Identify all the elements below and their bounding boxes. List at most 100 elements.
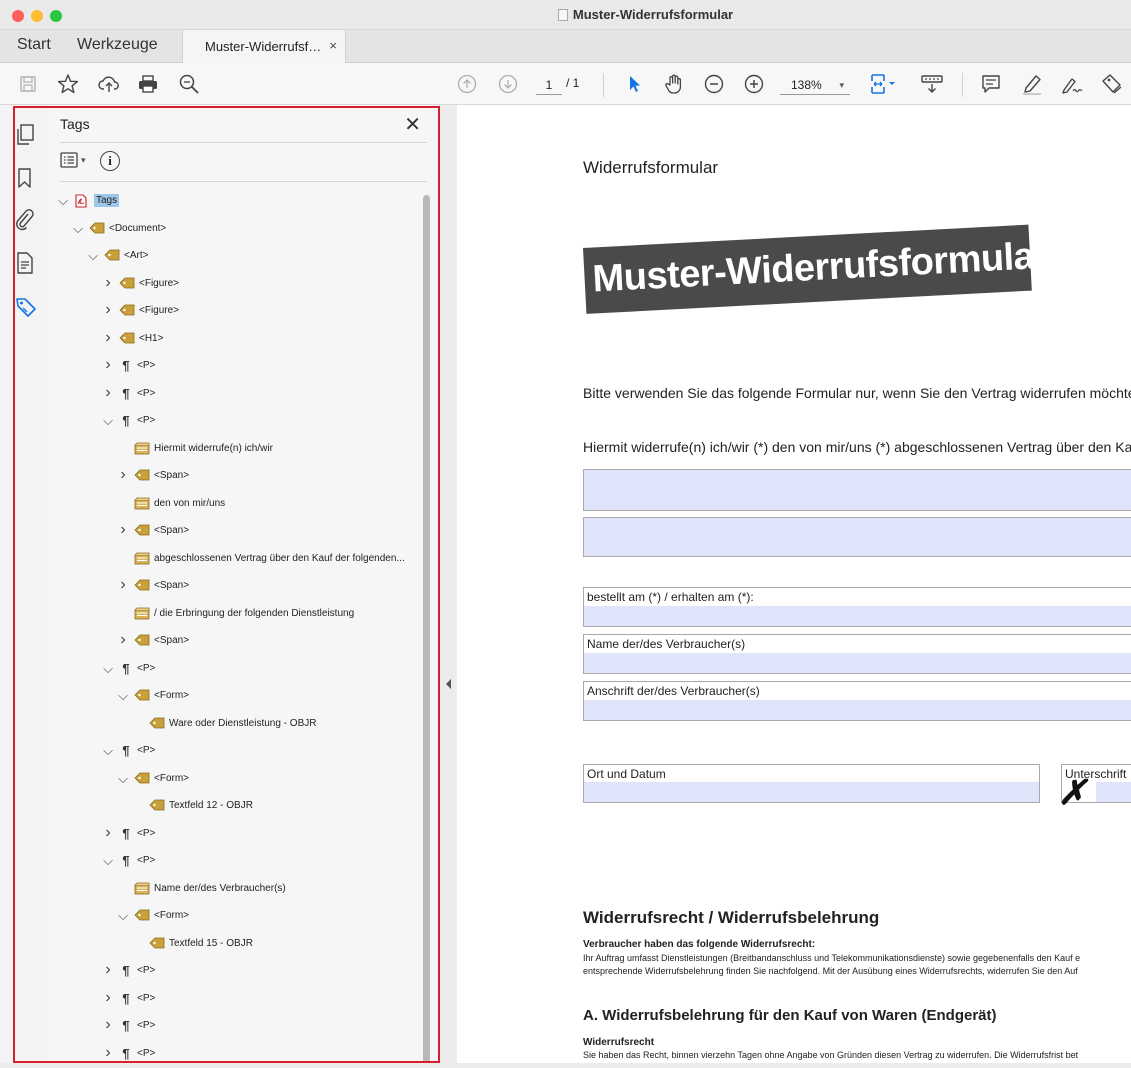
tag-tree-row[interactable]: › <Span> bbox=[116, 464, 189, 486]
tag-tree-row[interactable]: › <Figure> bbox=[101, 272, 179, 294]
form-field-ordered[interactable]: bestellt am (*) / erhalten am (*): bbox=[583, 587, 1131, 627]
tag-tree-row[interactable]: › <Figure> bbox=[101, 299, 179, 321]
chevron-down-icon[interactable]: ⌵ bbox=[101, 854, 115, 867]
close-icon[interactable]: ✕ bbox=[404, 112, 421, 137]
chevron-right-icon[interactable]: › bbox=[101, 302, 115, 318]
chevron-down-icon[interactable]: ⌵ bbox=[101, 662, 115, 675]
chevron-right-icon[interactable]: › bbox=[116, 522, 130, 538]
print-icon[interactable] bbox=[135, 71, 161, 97]
tab-tools[interactable]: Werkzeuge bbox=[77, 36, 158, 54]
tag-tree-row[interactable]: › <Span> bbox=[116, 574, 189, 596]
tag-tree-row[interactable]: ⌵ ¶ <P> bbox=[101, 409, 155, 431]
tag-tree-row[interactable]: › <Span> bbox=[116, 519, 189, 541]
tab-close-icon[interactable]: × bbox=[329, 38, 337, 53]
chevron-right-icon[interactable]: › bbox=[101, 1017, 115, 1033]
tag-tree-row[interactable]: / die Erbringung der folgenden Dienstlei… bbox=[116, 602, 354, 624]
chevron-down-icon[interactable]: ⌵ bbox=[116, 772, 130, 785]
tag-tree-row[interactable]: ⌵ <Form> bbox=[116, 767, 189, 789]
form-field-name[interactable]: Name der/des Verbraucher(s) bbox=[583, 634, 1131, 674]
form-field-place-date[interactable]: Ort und Datum bbox=[583, 764, 1040, 803]
tag-tree-row[interactable]: › ¶ <P> bbox=[101, 1042, 155, 1063]
chevron-right-icon[interactable]: › bbox=[101, 357, 115, 373]
chevron-right-icon[interactable]: › bbox=[101, 962, 115, 978]
chevron-right-icon[interactable]: › bbox=[101, 330, 115, 346]
tag-tree-row[interactable]: Textfeld 12 - OBJR bbox=[131, 794, 253, 816]
chevron-right-icon[interactable]: › bbox=[116, 577, 130, 593]
stamp-icon[interactable] bbox=[1099, 71, 1125, 97]
tag-tree-row[interactable]: abgeschlossenen Vertrag über den Kauf de… bbox=[116, 547, 405, 569]
cloud-upload-icon[interactable] bbox=[96, 71, 122, 97]
star-icon[interactable] bbox=[55, 71, 81, 97]
chevron-down-icon[interactable]: ⌵ bbox=[101, 414, 115, 427]
tag-tree-label: <Figure> bbox=[139, 304, 180, 316]
document-viewer[interactable]: Widerrufsformular Muster-Widerrufsformul… bbox=[457, 105, 1131, 1063]
hand-icon[interactable] bbox=[661, 71, 687, 97]
tags-icon[interactable] bbox=[14, 295, 36, 319]
zoom-in-icon[interactable] bbox=[742, 71, 766, 97]
tag-tree-row[interactable]: › ¶ <P> bbox=[101, 959, 155, 981]
tag-tree-row[interactable]: › <H1> bbox=[101, 327, 163, 349]
chevron-right-icon[interactable]: › bbox=[101, 990, 115, 1006]
page-up-icon[interactable] bbox=[455, 71, 479, 97]
tag-tree-label: <P> bbox=[137, 1019, 156, 1031]
attachments-icon[interactable] bbox=[14, 208, 36, 232]
form-field-goods-2[interactable] bbox=[583, 517, 1131, 557]
tag-tree-row[interactable]: › <Span> bbox=[116, 629, 189, 651]
page-down-icon[interactable] bbox=[496, 71, 520, 97]
sign-icon[interactable] bbox=[1059, 71, 1085, 97]
form-field-address[interactable]: Anschrift der/des Verbraucher(s) bbox=[583, 681, 1131, 721]
highlight-pen-icon[interactable] bbox=[1019, 71, 1045, 97]
tag-tree-row[interactable]: › ¶ <P> bbox=[101, 382, 155, 404]
panel-splitter[interactable] bbox=[440, 105, 457, 1063]
tag-tree-row[interactable]: Hiermit widerrufe(n) ich/wir bbox=[116, 437, 273, 459]
save-icon[interactable] bbox=[16, 71, 40, 97]
info-icon[interactable]: i bbox=[100, 151, 120, 171]
tag-tree-row[interactable]: › ¶ <P> bbox=[101, 987, 155, 1009]
tree-scrollbar[interactable] bbox=[423, 195, 430, 1063]
chevron-down-icon[interactable]: ⌵ bbox=[101, 744, 115, 757]
tag-tree-row[interactable]: ⌵ ¶ <P> bbox=[101, 849, 155, 871]
tag-tree-row[interactable]: ⌵ <Form> bbox=[116, 904, 189, 926]
tag-tree-row[interactable]: ⌵ <Document> bbox=[71, 217, 166, 239]
tag-tree-row[interactable]: ⌵ Tags bbox=[56, 189, 120, 211]
chevron-right-icon[interactable]: › bbox=[101, 1045, 115, 1061]
fit-page-icon[interactable] bbox=[866, 71, 900, 97]
zoom-level-select[interactable]: 138% ▾ bbox=[780, 75, 850, 95]
zoom-out-icon[interactable] bbox=[702, 71, 726, 97]
tag-tree-row[interactable]: › ¶ <P> bbox=[101, 1014, 155, 1036]
chevron-right-icon[interactable]: › bbox=[116, 467, 130, 483]
form-field-goods[interactable] bbox=[583, 469, 1131, 511]
search-zoom-icon[interactable] bbox=[176, 71, 202, 97]
chevron-down-icon[interactable]: ⌵ bbox=[116, 689, 130, 702]
tab-start[interactable]: Start bbox=[17, 36, 51, 54]
bookmarks-icon[interactable] bbox=[14, 166, 36, 190]
tag-tree-row[interactable]: ⌵ <Art> bbox=[86, 244, 148, 266]
content-icon[interactable] bbox=[14, 251, 36, 275]
tag-tree-row[interactable]: Textfeld 15 - OBJR bbox=[131, 932, 253, 954]
comment-icon[interactable] bbox=[978, 71, 1004, 97]
tag-tree-row[interactable]: › ¶ <P> bbox=[101, 822, 155, 844]
chevron-down-icon[interactable]: ⌵ bbox=[56, 194, 70, 207]
chevron-down-icon[interactable]: ⌵ bbox=[116, 909, 130, 922]
chevron-right-icon[interactable]: › bbox=[101, 385, 115, 401]
tag-tree-row[interactable]: Ware oder Dienstleistung - OBJR bbox=[131, 712, 316, 734]
pages-icon[interactable] bbox=[14, 123, 36, 147]
chevron-right-icon[interactable]: › bbox=[101, 275, 115, 291]
tag-tree-row[interactable]: › ¶ <P> bbox=[101, 354, 155, 376]
tag-tree-row[interactable]: ⌵ <Form> bbox=[116, 684, 189, 706]
collapse-panel-icon[interactable] bbox=[440, 105, 457, 1063]
tag-tree-row[interactable]: den von mir/uns bbox=[116, 492, 225, 514]
chevron-right-icon[interactable]: › bbox=[116, 632, 130, 648]
chevron-down-icon[interactable]: ⌵ bbox=[71, 222, 85, 235]
chevron-right-icon[interactable]: › bbox=[101, 825, 115, 841]
options-menu-button[interactable]: ▾ bbox=[60, 152, 86, 168]
tag-tree-row[interactable]: ⌵ ¶ <P> bbox=[101, 657, 155, 679]
tag-tree-row[interactable]: Name der/des Verbraucher(s) bbox=[116, 877, 286, 899]
scroll-mode-icon[interactable] bbox=[918, 71, 946, 97]
select-cursor-icon[interactable] bbox=[622, 71, 646, 97]
tag-tree-row[interactable]: ⌵ ¶ <P> bbox=[101, 739, 155, 761]
page-number-input[interactable]: 1 bbox=[536, 75, 562, 95]
field-fill bbox=[584, 606, 1131, 626]
chevron-down-icon[interactable]: ⌵ bbox=[86, 249, 100, 262]
tab-document[interactable]: Muster-Widerrufsf… × bbox=[182, 30, 346, 63]
